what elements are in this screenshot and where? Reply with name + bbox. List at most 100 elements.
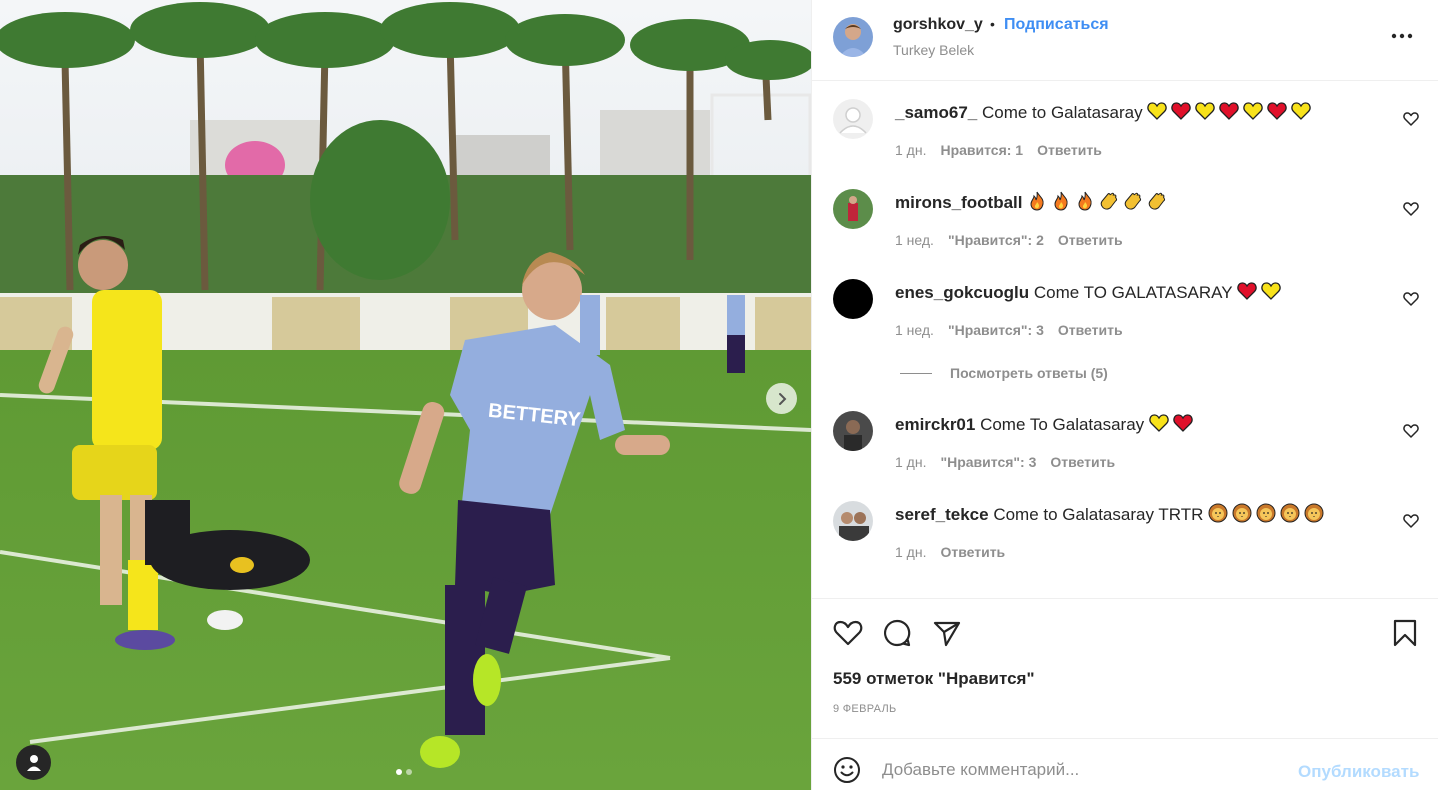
commenter-username[interactable]: mirons_football	[895, 193, 1023, 212]
yellow-heart-emoji-icon	[1149, 414, 1169, 432]
clap-emoji-icon	[1125, 192, 1142, 210]
comment-meta: 1 нед. "Нравится": 2 Ответить	[895, 232, 1137, 248]
reply-button[interactable]: Ответить	[1058, 232, 1123, 248]
lion-emoji-icon	[1208, 503, 1228, 523]
fire-emoji-icon	[1030, 191, 1044, 211]
comments-list[interactable]: Посмотреть ответы (5) _samo67_ Come to G…	[812, 81, 1438, 598]
comment-like-heart-icon[interactable]	[1403, 291, 1419, 307]
carousel-dot	[406, 769, 412, 775]
comment-likes[interactable]: "Нравится": 3	[940, 454, 1036, 470]
comment-time[interactable]: 1 дн.	[895, 544, 926, 560]
post-actions: 559 отметок "Нравится" 9 ФЕВРАЛЬ	[812, 598, 1438, 738]
lion-emoji-icon	[1280, 503, 1300, 523]
commenter-avatar[interactable]	[833, 411, 873, 451]
comment-time[interactable]: 1 дн.	[895, 454, 926, 470]
view-replies-button[interactable]: Посмотреть ответы (5)	[900, 365, 1108, 381]
comment-like-heart-icon[interactable]	[1403, 111, 1419, 127]
like-heart-icon[interactable]	[833, 618, 863, 648]
yellow-heart-emoji-icon	[1261, 282, 1281, 300]
commenter-avatar-image	[833, 189, 873, 229]
follow-button[interactable]: Подписаться	[1004, 16, 1109, 34]
fire-emoji-icon	[1054, 191, 1068, 211]
commenter-avatar-image	[833, 279, 873, 319]
comment-time[interactable]: 1 нед.	[895, 322, 934, 338]
comment-item: mirons_football 1 нед. "Нравится": 2 Ответ…	[812, 189, 1438, 269]
comment-meta: 1 дн. Нравится: 1 Ответить	[895, 142, 1116, 158]
yellow-heart-emoji-icon	[1243, 102, 1264, 120]
separator-dot: •	[990, 16, 995, 32]
comment-meta: 1 дн. "Нравится": 3 Ответить	[895, 454, 1129, 470]
football-match-photo: BETTERY	[0, 0, 811, 790]
commenter-avatar-image	[833, 99, 873, 139]
next-slide-button[interactable]	[766, 383, 797, 414]
commenter-avatar[interactable]	[833, 279, 873, 319]
save-bookmark-icon[interactable]	[1390, 618, 1420, 648]
yellow-heart-emoji-icon	[1291, 102, 1312, 120]
clap-emoji-icon	[1101, 192, 1118, 210]
carousel-indicator	[396, 769, 412, 775]
comment-item: enes_gokcuoglu Come TO GALATASARAY 1 нед…	[812, 279, 1438, 359]
comment-like-heart-icon[interactable]	[1403, 423, 1419, 439]
author-username[interactable]: gorshkov_y	[893, 16, 983, 34]
lion-emoji-icon	[1256, 503, 1276, 523]
comment-like-heart-icon[interactable]	[1403, 201, 1419, 217]
reply-button[interactable]: Ответить	[1050, 454, 1115, 470]
fire-emoji-icon	[1078, 191, 1092, 211]
publish-button[interactable]: Опубликовать	[1298, 762, 1419, 782]
commenter-avatar[interactable]	[833, 501, 873, 541]
comment-time[interactable]: 1 нед.	[895, 232, 934, 248]
comment-item: emirckr01 Come To Galatasaray 1 дн. "Нрав…	[812, 411, 1438, 491]
view-replies-label: Посмотреть ответы (5)	[950, 365, 1108, 381]
comment-text: _samo67_ Come to Galatasaray	[895, 101, 1315, 123]
comment-likes[interactable]: Нравится: 1	[940, 142, 1023, 158]
comment-bubble-icon[interactable]	[882, 618, 912, 648]
red-heart-emoji-icon	[1219, 102, 1240, 120]
comment-item: _samo67_ Come to Galatasaray 1 дн. Нравит…	[812, 99, 1438, 179]
emoji-smile-icon[interactable]	[833, 756, 861, 784]
comment-body: Come to Galatasaray	[981, 103, 1143, 122]
lion-emoji-icon	[1304, 503, 1324, 523]
author-avatar-image	[833, 17, 873, 57]
red-heart-emoji-icon	[1171, 102, 1192, 120]
comment-text: seref_tekce Come to Galatasaray TRTR	[895, 503, 1328, 525]
red-heart-emoji-icon	[1267, 102, 1288, 120]
add-comment-input[interactable]	[882, 753, 1282, 787]
user-tag-icon	[26, 754, 41, 771]
yellow-heart-emoji-icon	[1195, 102, 1216, 120]
comment-meta: 1 нед. "Нравится": 3 Ответить	[895, 322, 1137, 338]
commenter-username[interactable]: emirckr01	[895, 415, 975, 434]
commenter-avatar[interactable]	[833, 189, 873, 229]
comment-like-heart-icon[interactable]	[1403, 513, 1419, 529]
commenter-avatar[interactable]	[833, 99, 873, 139]
author-avatar[interactable]	[833, 17, 873, 57]
more-options-icon[interactable]	[1390, 26, 1414, 46]
view-replies-line	[900, 372, 932, 374]
commenter-avatar-image	[833, 501, 873, 541]
reply-button[interactable]: Ответить	[1058, 322, 1123, 338]
commenter-avatar-image	[833, 411, 873, 451]
lion-emoji-icon	[1232, 503, 1252, 523]
likes-count[interactable]: 559 отметок "Нравится"	[833, 669, 1035, 689]
carousel-dot	[396, 769, 402, 775]
comment-text: mirons_football	[895, 191, 1171, 213]
comment-item: seref_tekce Come to Galatasaray TRTR 1 д…	[812, 501, 1438, 581]
yellow-heart-emoji-icon	[1147, 102, 1168, 120]
comment-likes[interactable]: "Нравится": 3	[948, 322, 1044, 338]
reply-button[interactable]: Ответить	[940, 544, 1005, 560]
commenter-username[interactable]: _samo67_	[895, 103, 977, 122]
comment-text: enes_gokcuoglu Come TO GALATASARAY	[895, 281, 1285, 303]
commenter-username[interactable]: enes_gokcuoglu	[895, 283, 1029, 302]
user-tag-button[interactable]	[16, 745, 51, 780]
comment-text: emirckr01 Come To Galatasaray	[895, 413, 1197, 435]
post-photo[interactable]: BETTERY	[0, 0, 811, 790]
comment-body: Come To Galatasaray	[980, 415, 1145, 434]
share-direct-icon[interactable]	[932, 618, 962, 648]
comment-time[interactable]: 1 дн.	[895, 142, 926, 158]
post-date[interactable]: 9 ФЕВРАЛЬ	[833, 703, 897, 715]
reply-button[interactable]: Ответить	[1037, 142, 1102, 158]
clap-emoji-icon	[1149, 192, 1166, 210]
comment-likes[interactable]: "Нравится": 2	[948, 232, 1044, 248]
commenter-username[interactable]: seref_tekce	[895, 505, 989, 524]
comment-body: Come to Galatasaray TRTR	[993, 505, 1204, 524]
post-location[interactable]: Turkey Belek	[893, 42, 974, 58]
